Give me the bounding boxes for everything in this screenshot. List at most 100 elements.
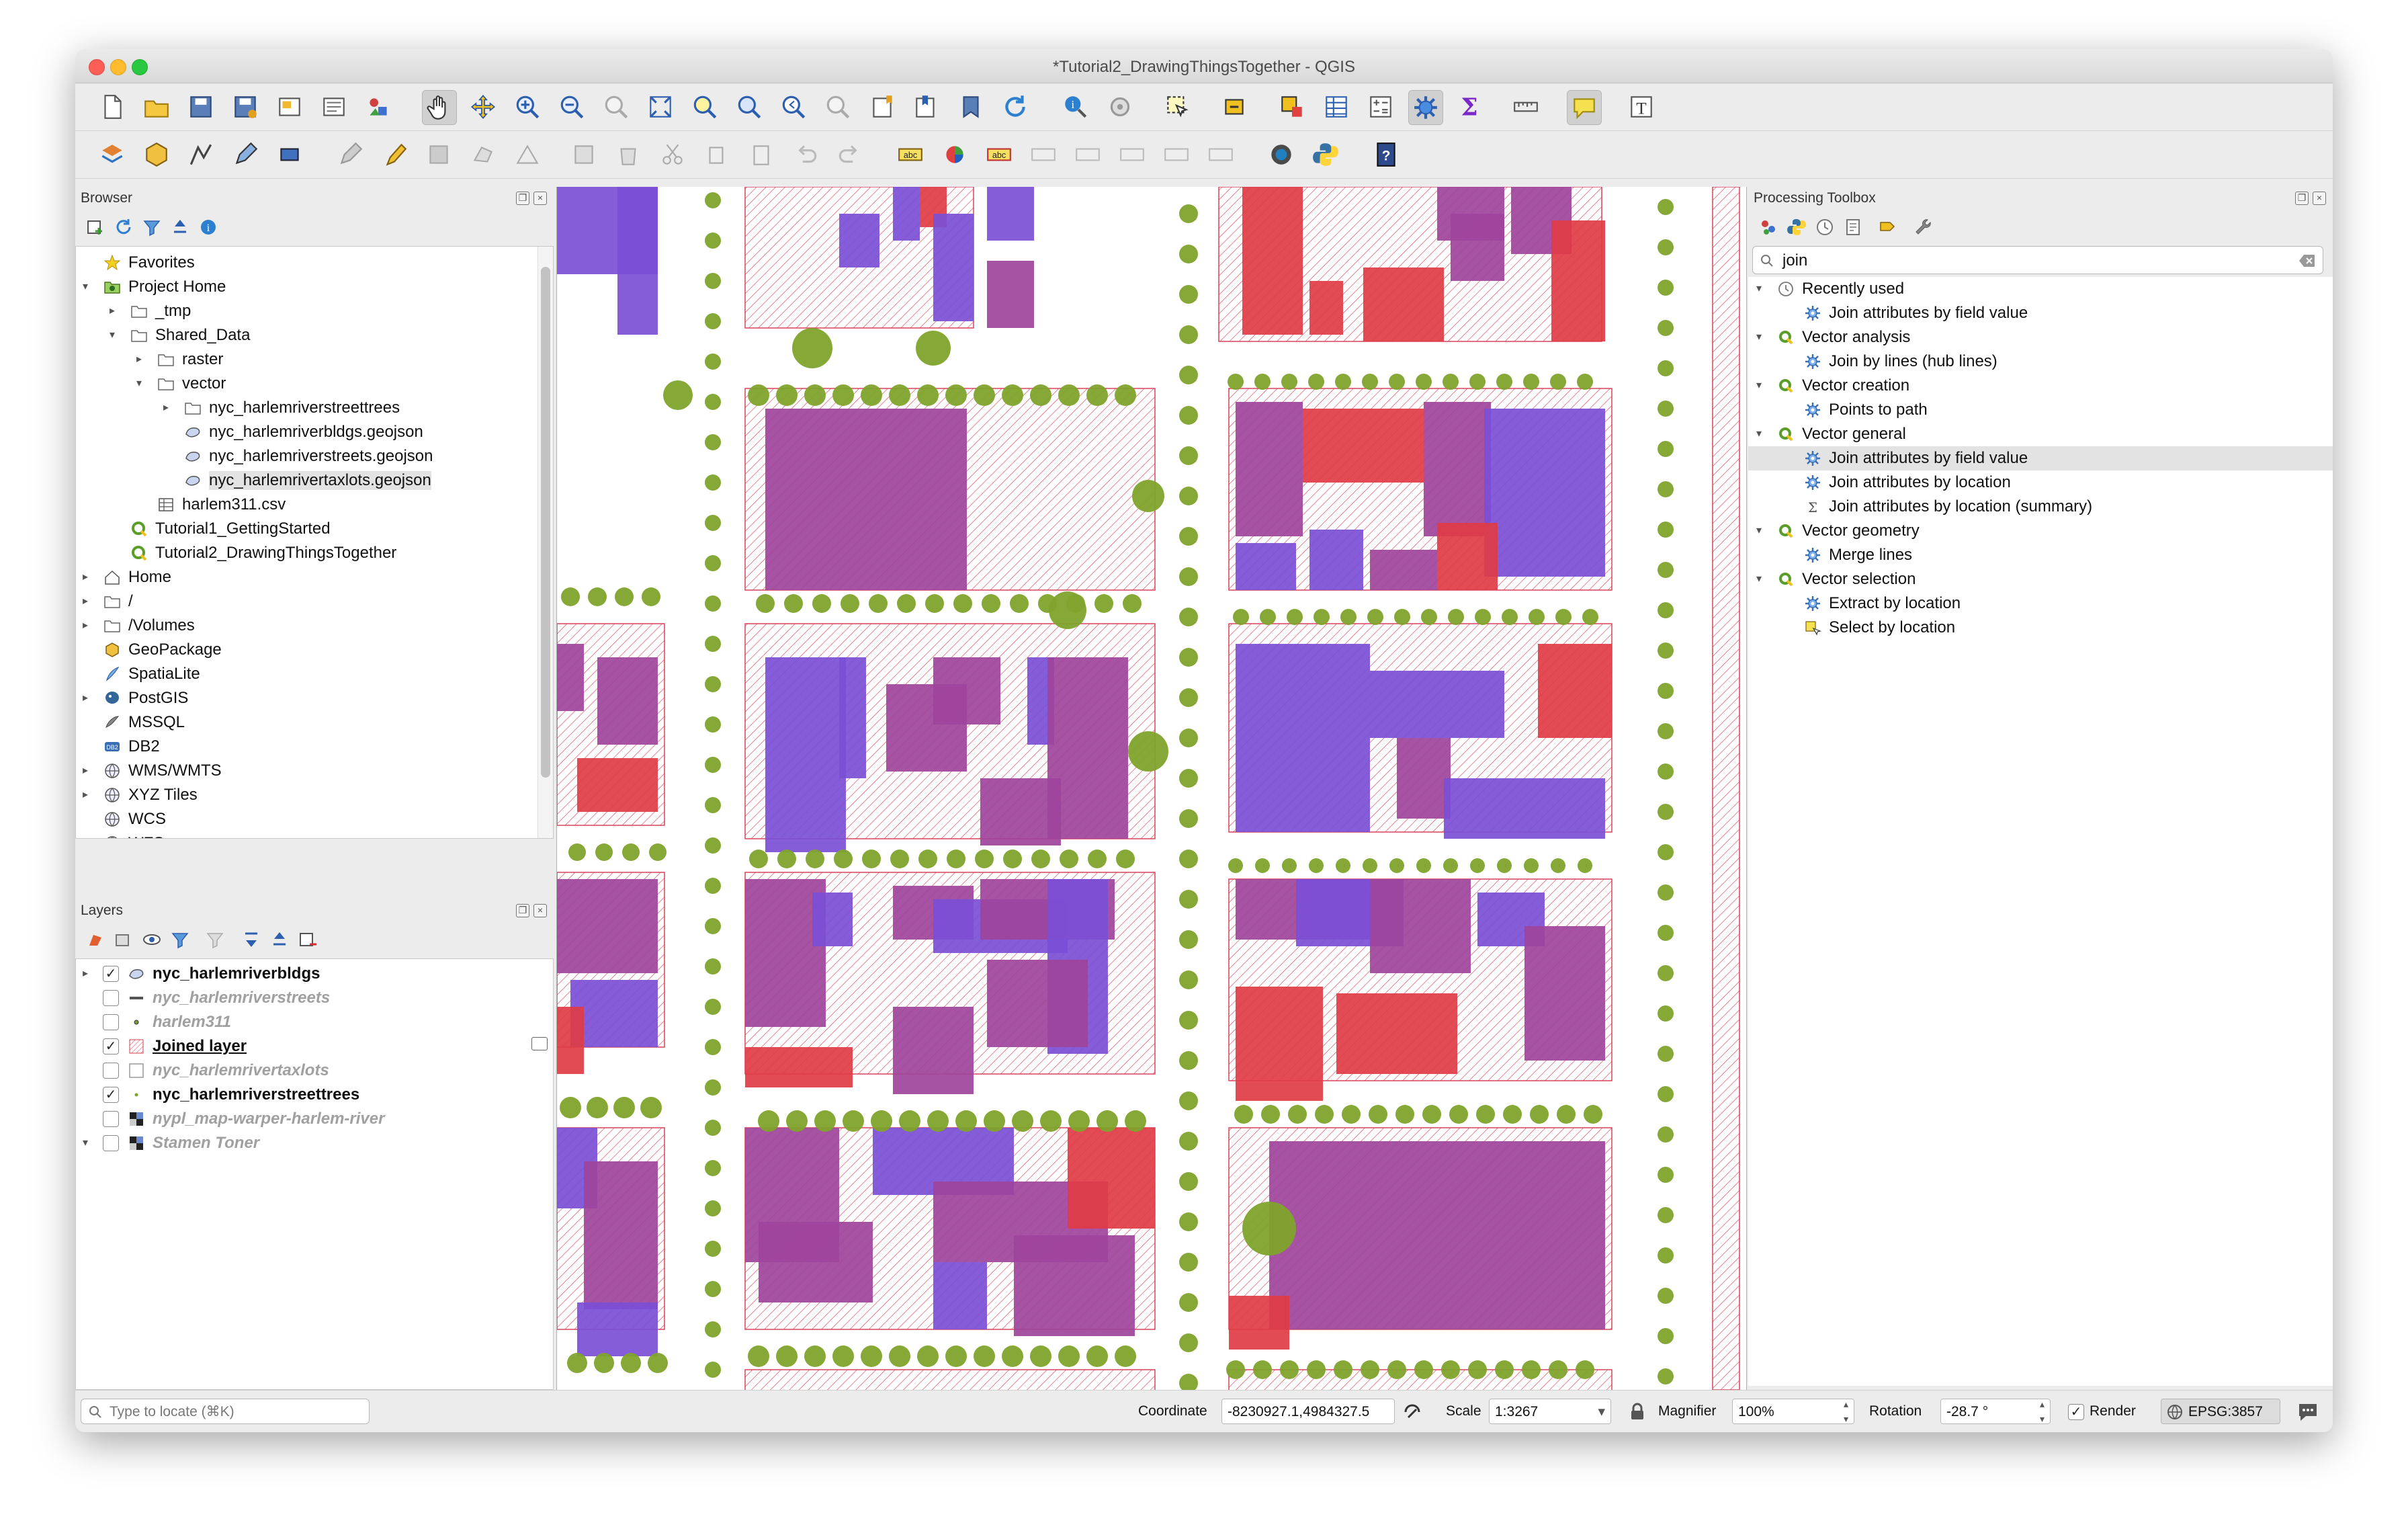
new-print-layout-icon[interactable] (273, 90, 306, 124)
street-tree-point[interactable] (861, 384, 882, 406)
browser-tree-item[interactable]: ▸ /Volumes (76, 614, 553, 638)
layer-tree-item[interactable]: nyc_harlemrivertaxlots (76, 1059, 553, 1083)
collapsed-arrow-icon[interactable]: ▸ (83, 620, 92, 631)
street-tree-point[interactable] (642, 587, 660, 606)
vertex-tool-icon[interactable] (511, 138, 544, 171)
street-tree-point[interactable] (1394, 609, 1410, 625)
street-tree-point[interactable] (1551, 858, 1565, 873)
building-polygon[interactable] (557, 1007, 584, 1074)
style-manager-icon[interactable] (361, 90, 395, 124)
refresh-icon[interactable] (998, 90, 1032, 124)
street-tree-point[interactable] (1476, 1105, 1495, 1124)
options-wrench-icon[interactable] (1909, 214, 1936, 241)
street-tree-point[interactable] (705, 595, 721, 612)
street-tree-point[interactable] (705, 1362, 721, 1378)
street-tree-point[interactable] (982, 594, 1000, 613)
layer-visibility-checkbox[interactable] (103, 990, 119, 1006)
street-tree-point[interactable] (758, 1110, 779, 1132)
open-project-icon[interactable] (140, 90, 173, 124)
street-tree-point[interactable] (1389, 858, 1404, 873)
street-tree-point[interactable] (899, 1110, 920, 1132)
zoom-out-icon[interactable] (555, 90, 589, 124)
street-tree-point[interactable] (705, 273, 721, 289)
layer-tree-item[interactable]: nyc_harlemriverstreets (76, 986, 553, 1010)
street-tree-point[interactable] (1179, 245, 1198, 263)
stepper-icon[interactable]: ▴ ▾ (1844, 1397, 1848, 1426)
street-tree-point[interactable] (1012, 1110, 1033, 1132)
run-feature-action-icon[interactable] (1103, 90, 1137, 124)
street-tree-point[interactable] (1179, 1212, 1198, 1231)
street-tree-point[interactable] (1549, 1360, 1567, 1379)
building-polygon[interactable] (759, 1222, 873, 1302)
street-tree-point[interactable] (1179, 1374, 1198, 1390)
new-bookmark-icon[interactable] (865, 90, 899, 124)
browser-tree-item[interactable]: nyc_harlemriverstreets.geojson (76, 444, 553, 468)
browser-tree-item[interactable]: nyc_harlemrivertaxlots.geojson (76, 468, 553, 493)
building-polygon[interactable] (584, 1161, 658, 1309)
street-tree-point[interactable] (705, 636, 721, 652)
street-tree-point[interactable] (1308, 374, 1324, 390)
street-tree-point[interactable] (705, 1281, 721, 1297)
deselect-all-icon[interactable] (1275, 90, 1309, 124)
clear-search-icon[interactable] (2298, 253, 2316, 268)
street-tree-point[interactable] (1002, 1346, 1023, 1367)
layer-tree-item[interactable]: ✓ Joined layer (76, 1034, 553, 1059)
algorithm-tree-item[interactable]: Join by lines (hub lines) (1748, 349, 2333, 374)
building-polygon[interactable] (1236, 543, 1296, 590)
street-tree-point[interactable] (1030, 384, 1051, 406)
street-tree-point[interactable] (1395, 1105, 1414, 1124)
building-polygon[interactable] (933, 214, 974, 321)
street-tree-point[interactable] (622, 843, 640, 861)
locator-search-input[interactable]: Type to locate (⌘K) (81, 1399, 370, 1424)
layer-visibility-checkbox[interactable]: ✓ (103, 966, 119, 982)
street-tree-point[interactable] (1658, 643, 1674, 659)
street-tree-point[interactable] (945, 1346, 967, 1367)
street-tree-point[interactable] (748, 1346, 769, 1367)
street-tree-point[interactable] (975, 850, 994, 868)
street-tree-point[interactable] (1658, 320, 1674, 336)
text-annotation-icon[interactable]: T (1625, 90, 1658, 124)
coordinate-field[interactable]: -8230927.1,4984327.5 (1221, 1399, 1395, 1424)
processing-toolbox-icon[interactable] (1408, 90, 1443, 125)
zoom-to-layer-icon[interactable] (732, 90, 766, 124)
street-tree-point[interactable] (1422, 1105, 1441, 1124)
street-tree-point[interactable] (615, 587, 634, 606)
field-calculator-icon[interactable] (1364, 90, 1398, 124)
scripts-icon[interactable] (1783, 214, 1810, 241)
street-tree-point[interactable] (1441, 1360, 1460, 1379)
street-tree-point[interactable] (1658, 804, 1674, 820)
street-tree-point[interactable] (1363, 858, 1377, 873)
street-tree-point[interactable] (1496, 374, 1512, 390)
building-polygon[interactable] (1451, 214, 1504, 281)
browser-tree-item[interactable]: ▸ raster (76, 347, 553, 372)
algorithm-tree-item[interactable]: ▾ Vector general (1748, 422, 2333, 446)
street-tree-point[interactable] (1002, 384, 1023, 406)
street-tree-point[interactable] (663, 380, 693, 410)
street-tree-point[interactable] (1658, 401, 1674, 417)
building-polygon[interactable] (987, 960, 1088, 1047)
save-project-icon[interactable] (184, 90, 218, 124)
street-tree-point[interactable] (705, 313, 721, 329)
street-tree-point[interactable] (560, 1097, 581, 1118)
building-polygon[interactable] (1370, 879, 1471, 973)
building-polygon[interactable] (980, 778, 1061, 845)
building-polygon[interactable] (1309, 530, 1363, 590)
layer-tree-item[interactable]: harlem311 (76, 1010, 553, 1034)
street-tree-point[interactable] (705, 918, 721, 934)
building-polygon[interactable] (1336, 993, 1457, 1074)
browser-tree-item[interactable]: ▸ nyc_harlemriverstreettrees (76, 396, 553, 420)
street-tree-point[interactable] (804, 1346, 826, 1367)
street-tree-point[interactable] (705, 1200, 721, 1216)
street-tree-point[interactable] (1179, 930, 1198, 949)
help-icon[interactable]: ? (1369, 138, 1403, 171)
street-tree-point[interactable] (756, 594, 775, 613)
street-tree-point[interactable] (1658, 844, 1674, 860)
street-tree-point[interactable] (1470, 858, 1485, 873)
street-tree-point[interactable] (1658, 763, 1674, 780)
street-tree-point[interactable] (1179, 1172, 1198, 1191)
street-tree-point[interactable] (1255, 858, 1270, 873)
street-tree-point[interactable] (897, 594, 916, 613)
street-tree-point[interactable] (945, 384, 967, 406)
building-polygon[interactable] (597, 657, 658, 745)
building-polygon[interactable] (617, 187, 658, 335)
